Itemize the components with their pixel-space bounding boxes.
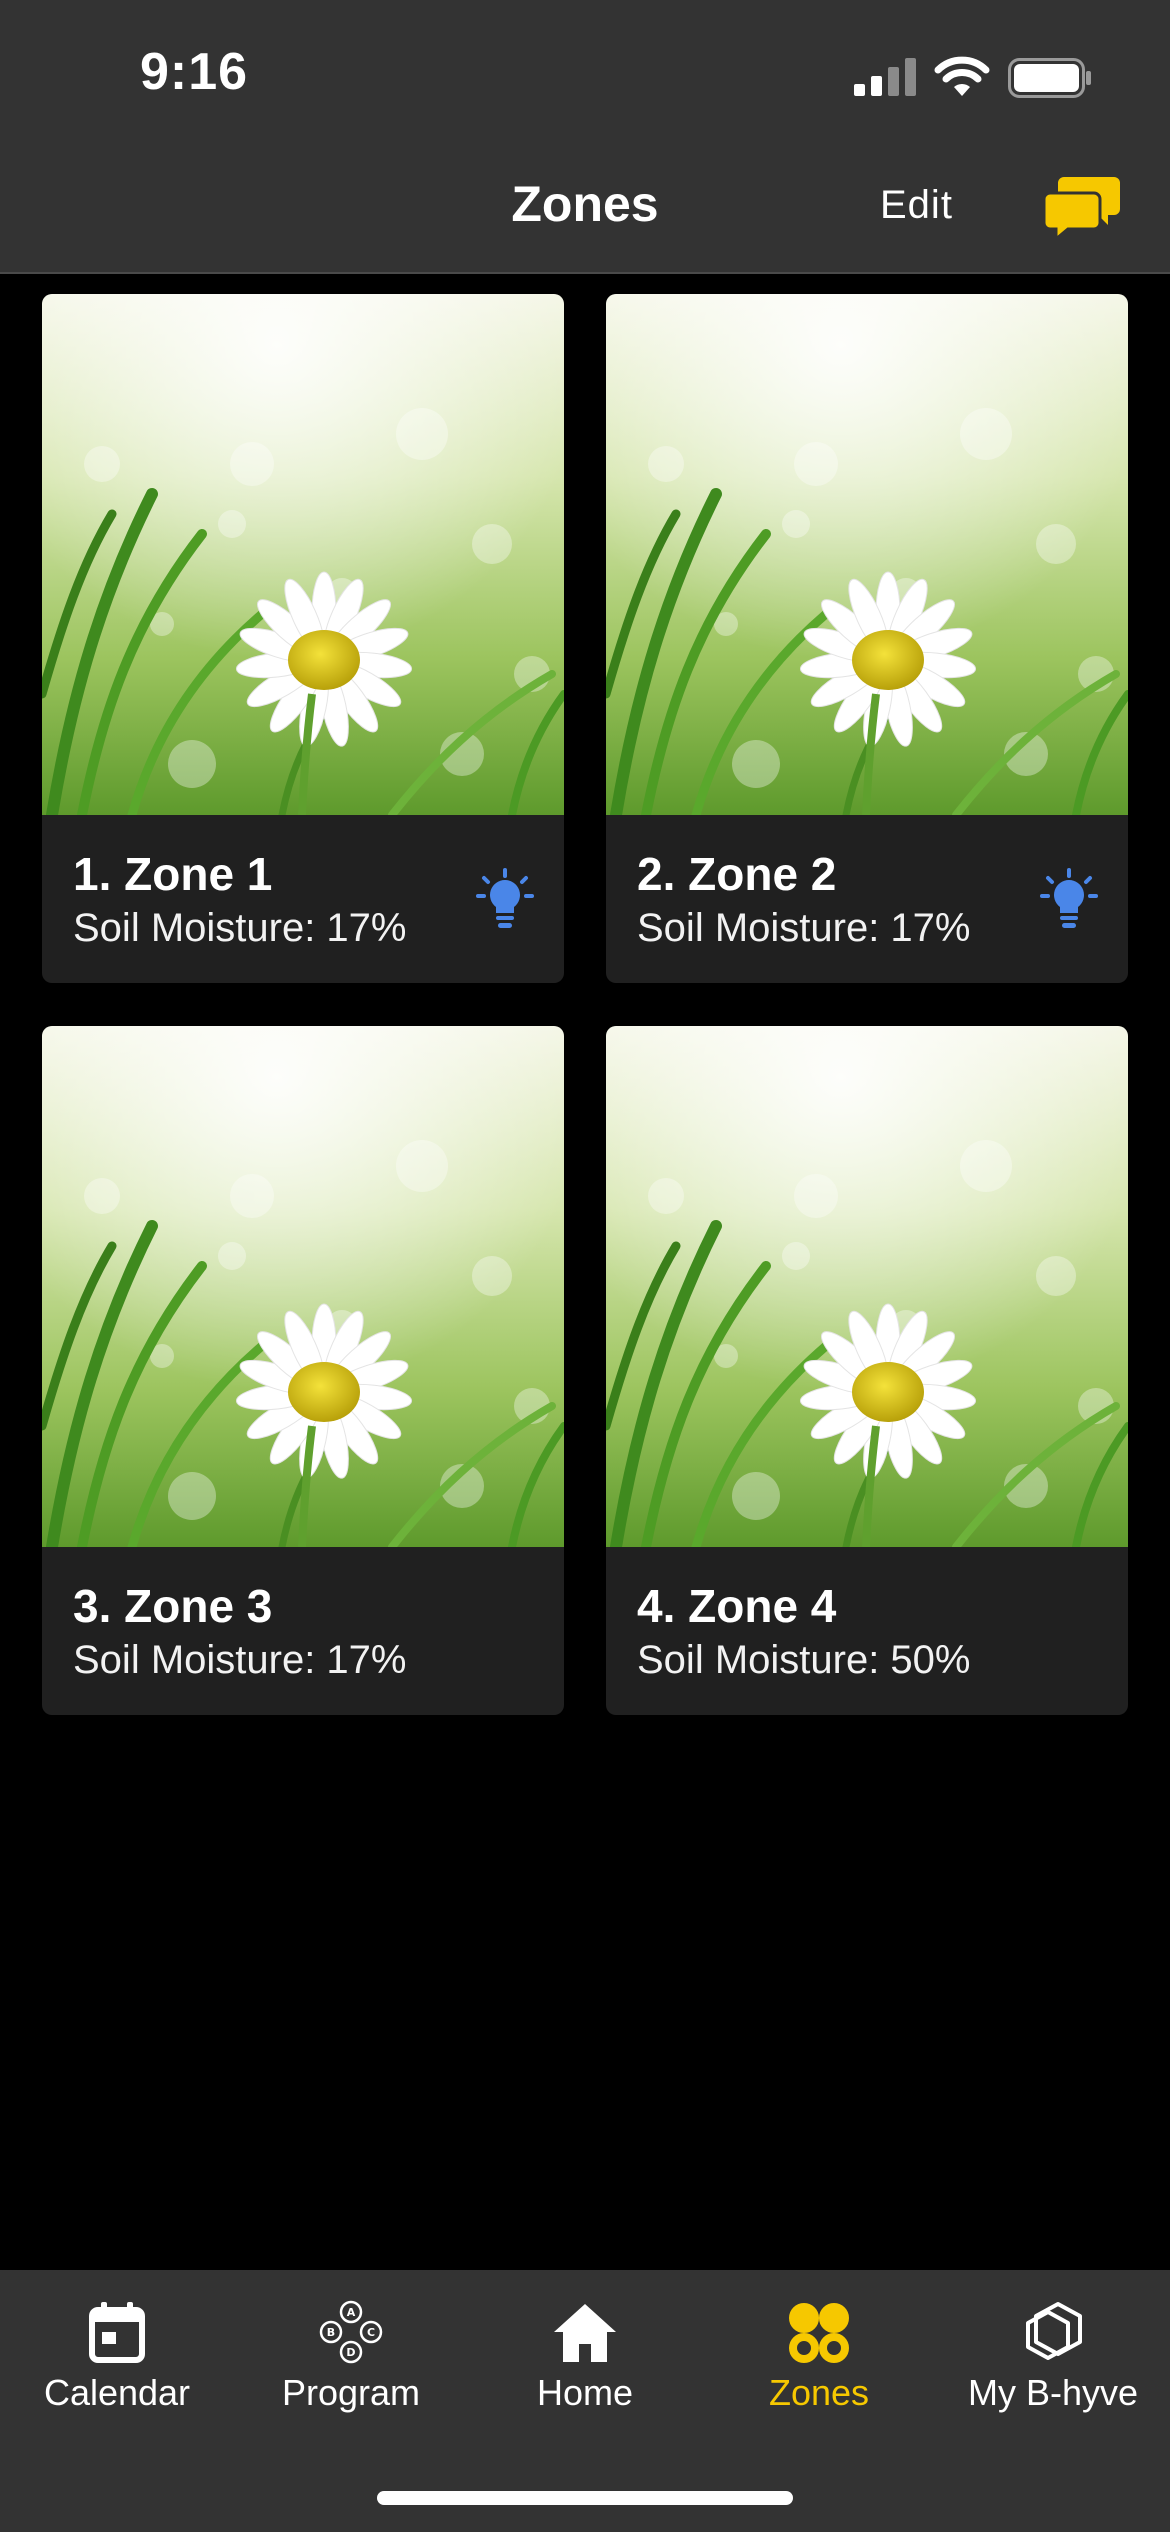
zone-soil-moisture: Soil Moisture: 17%	[637, 906, 971, 950]
nav-bar: Zones Edit	[0, 145, 1170, 274]
zone-soil-moisture: Soil Moisture: 17%	[73, 1638, 407, 1682]
page-title: Zones	[511, 176, 659, 232]
tab-label: Calendar	[43, 2372, 191, 2413]
zone-name: 3. Zone 3	[73, 1580, 273, 1632]
tab-my-b-hyve[interactable]: My B-hyve	[936, 2300, 1170, 2450]
edit-button[interactable]: Edit	[880, 183, 953, 228]
tab-label: Zones	[768, 2372, 870, 2413]
tab-label: Home	[536, 2372, 634, 2413]
cellular-signal-icon	[854, 58, 916, 96]
zone-name: 1. Zone 1	[73, 848, 273, 900]
zone-card-1[interactable]: 1. Zone 1 Soil Moisture: 17%	[42, 294, 564, 983]
lightbulb-icon	[1040, 868, 1098, 928]
program-letter-a: A	[347, 2306, 356, 2319]
zone-soil-moisture: Soil Moisture: 17%	[73, 906, 407, 950]
status-time: 9:16	[140, 43, 249, 101]
home-icon	[554, 2304, 616, 2362]
program-letter-c: C	[367, 2326, 375, 2339]
tab-calendar[interactable]: Calendar	[0, 2300, 234, 2450]
zone-photo	[42, 294, 564, 815]
zone-photo	[606, 294, 1128, 815]
b-hyve-icon	[1026, 2302, 1082, 2360]
zone-card-4[interactable]: 4. Zone 4 Soil Moisture: 50%	[606, 1026, 1128, 1715]
wifi-icon	[934, 56, 990, 96]
zone-photo	[42, 1026, 564, 1547]
battery-icon	[1008, 58, 1091, 98]
lightbulb-icon	[476, 868, 534, 928]
tab-home[interactable]: Home	[468, 2300, 702, 2450]
zone-photo	[606, 1026, 1128, 1547]
chat-icon[interactable]	[1042, 173, 1122, 241]
zone-name: 4. Zone 4	[637, 1580, 837, 1632]
zone-soil-moisture: Soil Moisture: 50%	[637, 1638, 971, 1682]
zones-icon	[789, 2303, 849, 2363]
status-bar: 9:16	[0, 0, 1170, 145]
home-indicator[interactable]	[377, 2491, 793, 2505]
zone-name: 2. Zone 2	[637, 848, 837, 900]
program-letter-b: B	[327, 2326, 335, 2339]
zone-card-3[interactable]: 3. Zone 3 Soil Moisture: 17%	[42, 1026, 564, 1715]
tab-label: Program	[281, 2372, 421, 2413]
calendar-icon	[89, 2302, 145, 2363]
program-letter-d: D	[346, 2346, 355, 2359]
zone-card-2[interactable]: 2. Zone 2 Soil Moisture: 17%	[606, 294, 1128, 983]
tab-zones[interactable]: Zones	[702, 2300, 936, 2450]
tab-program[interactable]: A B C D Program	[234, 2300, 468, 2450]
tab-label: My B-hyve	[967, 2372, 1139, 2413]
program-icon: A B C D	[319, 2300, 383, 2364]
